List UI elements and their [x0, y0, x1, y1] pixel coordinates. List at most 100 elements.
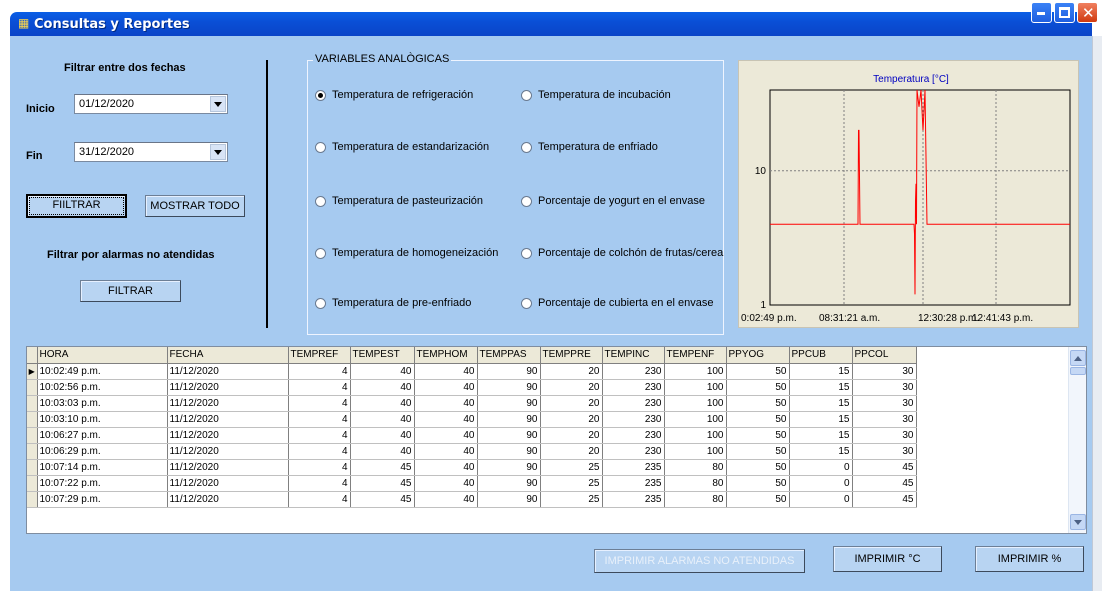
column-header[interactable]: PPCUB — [789, 347, 853, 364]
table-cell[interactable]: 45 — [852, 491, 917, 508]
table-cell[interactable]: 80 — [664, 459, 727, 476]
column-header[interactable]: TEMPEST — [350, 347, 415, 364]
table-cell[interactable]: 4 — [288, 443, 351, 460]
table-cell[interactable]: 11/12/2020 — [167, 411, 289, 428]
chevron-down-icon[interactable] — [210, 96, 226, 112]
table-cell[interactable]: 11/12/2020 — [167, 475, 289, 492]
table-cell[interactable]: 230 — [602, 427, 665, 444]
row-selector[interactable] — [27, 459, 38, 476]
table-cell[interactable]: 40 — [414, 459, 478, 476]
column-header[interactable]: PPYOG — [726, 347, 790, 364]
table-cell[interactable]: 10:07:22 p.m. — [37, 475, 168, 492]
table-cell[interactable]: 100 — [664, 411, 727, 428]
table-cell[interactable]: 4 — [288, 395, 351, 412]
table-row[interactable]: 10:07:29 p.m. 11/12/2020 4 45 40 90 25 235 80 50 0… — [27, 491, 917, 508]
table-cell[interactable]: 50 — [726, 459, 790, 476]
table-cell[interactable]: 40 — [414, 363, 478, 380]
table-cell[interactable]: 40 — [350, 379, 415, 396]
table-cell[interactable]: 30 — [852, 411, 917, 428]
table-cell[interactable]: 50 — [726, 363, 790, 380]
table-cell[interactable]: 90 — [477, 395, 541, 412]
scroll-thumb[interactable] — [1070, 367, 1086, 375]
table-cell[interactable]: 0 — [789, 459, 853, 476]
row-selector[interactable] — [27, 379, 38, 396]
analog-var-radio-3[interactable]: Temperatura de homogeneización — [315, 247, 505, 261]
analog-var-radio-5[interactable]: Temperatura de incubación — [521, 89, 724, 103]
table-cell[interactable]: 10:03:10 p.m. — [37, 411, 168, 428]
table-row[interactable]: ▶ 10:02:49 p.m. 11/12/2020 4 40 40 90 20 230 100 5… — [27, 363, 917, 380]
table-cell[interactable]: 45 — [350, 459, 415, 476]
radio-dot-icon[interactable] — [315, 196, 326, 207]
table-row[interactable]: 10:02:56 p.m. 11/12/2020 4 40 40 90 20 230 100 50… — [27, 379, 917, 396]
table-cell[interactable]: 15 — [789, 443, 853, 460]
current-row-indicator-icon[interactable]: ▶ — [27, 363, 38, 380]
table-cell[interactable]: 45 — [852, 475, 917, 492]
table-cell[interactable]: 50 — [726, 491, 790, 508]
table-cell[interactable]: 25 — [540, 475, 603, 492]
table-cell[interactable]: 11/12/2020 — [167, 379, 289, 396]
table-cell[interactable]: 90 — [477, 475, 541, 492]
table-row[interactable]: 10:06:29 p.m. 11/12/2020 4 40 40 90 20 230 100 50… — [27, 443, 917, 460]
table-cell[interactable]: 10:02:49 p.m. — [37, 363, 168, 380]
table-cell[interactable]: 100 — [664, 427, 727, 444]
table-cell[interactable]: 235 — [602, 459, 665, 476]
table-cell[interactable]: 45 — [350, 475, 415, 492]
table-cell[interactable]: 90 — [477, 363, 541, 380]
table-cell[interactable]: 90 — [477, 459, 541, 476]
table-row[interactable]: 10:06:27 p.m. 11/12/2020 4 40 40 90 20 230 100 50… — [27, 427, 917, 444]
table-cell[interactable]: 10:02:56 p.m. — [37, 379, 168, 396]
table-cell[interactable]: 0 — [789, 491, 853, 508]
table-cell[interactable]: 40 — [414, 491, 478, 508]
table-cell[interactable]: 15 — [789, 379, 853, 396]
column-header[interactable]: TEMPENF — [664, 347, 727, 364]
scroll-down-icon[interactable] — [1070, 514, 1086, 530]
radio-dot-icon[interactable] — [521, 298, 532, 309]
table-cell[interactable]: 230 — [602, 443, 665, 460]
analog-var-radio-0[interactable]: Temperatura de refrigeración — [315, 89, 505, 103]
table-cell[interactable]: 11/12/2020 — [167, 459, 289, 476]
table-cell[interactable]: 4 — [288, 379, 351, 396]
radio-dot-icon[interactable] — [521, 90, 532, 101]
radio-dot-icon[interactable] — [521, 248, 532, 259]
table-row[interactable]: 10:03:03 p.m. 11/12/2020 4 40 40 90 20 230 100 50… — [27, 395, 917, 412]
table-cell[interactable]: 100 — [664, 443, 727, 460]
table-cell[interactable]: 20 — [540, 411, 603, 428]
table-cell[interactable]: 25 — [540, 459, 603, 476]
radio-dot-icon[interactable] — [315, 90, 326, 101]
table-row[interactable]: 10:07:22 p.m. 11/12/2020 4 45 40 90 25 235 80 50 0… — [27, 475, 917, 492]
print-celsius-button[interactable]: IMPRIMIR °C — [833, 546, 942, 572]
analog-var-radio-6[interactable]: Temperatura de enfriado — [521, 141, 724, 155]
table-cell[interactable]: 0 — [789, 475, 853, 492]
maximize-button[interactable] — [1054, 2, 1075, 23]
table-cell[interactable]: 4 — [288, 459, 351, 476]
table-cell[interactable]: 30 — [852, 379, 917, 396]
column-header[interactable]: TEMPPRE — [540, 347, 603, 364]
table-cell[interactable]: 4 — [288, 475, 351, 492]
grid-vertical-scrollbar[interactable] — [1068, 347, 1086, 533]
table-cell[interactable]: 15 — [789, 411, 853, 428]
table-cell[interactable]: 4 — [288, 427, 351, 444]
table-cell[interactable]: 40 — [414, 443, 478, 460]
table-cell[interactable]: 20 — [540, 427, 603, 444]
table-cell[interactable]: 30 — [852, 443, 917, 460]
row-selector[interactable] — [27, 475, 38, 492]
close-button[interactable]: ✕ — [1077, 2, 1098, 23]
print-alarms-button[interactable]: IMPRIMIR ALARMAS NO ATENDIDAS — [594, 549, 805, 573]
table-cell[interactable]: 90 — [477, 491, 541, 508]
table-cell[interactable]: 11/12/2020 — [167, 395, 289, 412]
table-cell[interactable]: 50 — [726, 411, 790, 428]
table-cell[interactable]: 30 — [852, 395, 917, 412]
table-cell[interactable]: 4 — [288, 411, 351, 428]
radio-dot-icon[interactable] — [521, 142, 532, 153]
table-cell[interactable]: 25 — [540, 491, 603, 508]
table-cell[interactable]: 50 — [726, 475, 790, 492]
column-header[interactable]: HORA — [37, 347, 168, 364]
column-header[interactable]: PPCOL — [852, 347, 917, 364]
table-cell[interactable]: 80 — [664, 475, 727, 492]
filter-dates-button[interactable]: FIILTRAR — [26, 194, 127, 218]
analog-var-radio-4[interactable]: Temperatura de pre-enfriado — [315, 297, 505, 311]
row-selector[interactable] — [27, 411, 38, 428]
table-cell[interactable]: 230 — [602, 379, 665, 396]
table-cell[interactable]: 100 — [664, 379, 727, 396]
column-header[interactable]: FECHA — [167, 347, 289, 364]
